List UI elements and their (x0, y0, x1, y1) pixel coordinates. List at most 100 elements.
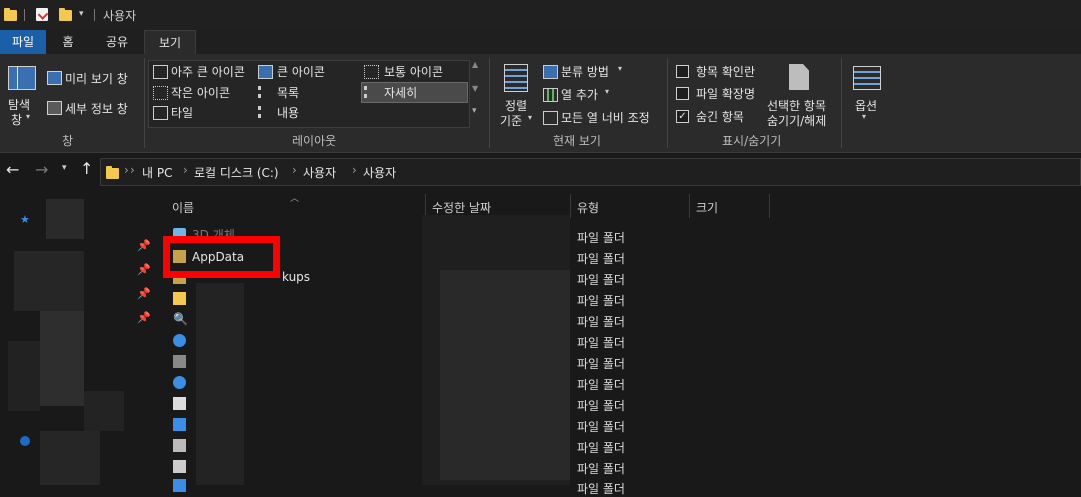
back-icon[interactable]: ← (6, 160, 19, 179)
contacts-icon (173, 460, 186, 473)
layout-tiles[interactable]: 타일 (171, 104, 193, 121)
forward-icon[interactable]: → (35, 160, 48, 179)
folder-icon (106, 166, 119, 179)
medium-icons-icon (364, 65, 379, 79)
column-header-size[interactable]: 크기 (696, 199, 718, 216)
pin-icon[interactable]: 📌 (137, 287, 151, 300)
folder-icon (173, 292, 186, 305)
breadcrumb-chevron-icon[interactable]: › (352, 163, 357, 177)
hide-selected-sub[interactable]: 숨기기/해제 (767, 112, 826, 129)
preview-pane-icon (47, 71, 62, 85)
chevron-down-icon: ▾ (618, 64, 623, 73)
file-type: 파일 폴더 (577, 482, 625, 496)
file-type: 파일 폴더 (577, 315, 625, 329)
layout-details[interactable]: 자세히 (384, 84, 417, 101)
column-divider[interactable] (769, 194, 770, 218)
breadcrumb-chevron-icon[interactable]: › (292, 163, 297, 177)
navigation-pane: ★ 📌 📌 📌 📌 (0, 191, 153, 485)
large-icons-icon (258, 65, 273, 79)
ribbon-tabs: 파일 홈 공유 보기 (0, 30, 1081, 54)
tiles-icon (153, 106, 168, 120)
breadcrumb-chevron-icon[interactable]: › (183, 163, 188, 177)
group-divider (841, 58, 842, 148)
sort-by-sub[interactable]: 기준 (500, 112, 522, 129)
size-all-columns-button[interactable]: 모든 열 너비 조정 (561, 109, 650, 126)
customize-toolbar-icon[interactable]: ▾ (79, 9, 84, 19)
downloads-icon (173, 334, 186, 347)
title-bar: ▾ 사용자 (0, 0, 1081, 30)
options-button[interactable]: 옵션 (855, 97, 877, 114)
breadcrumb-current[interactable]: 사용자 (363, 164, 396, 181)
quick-access-star-icon[interactable]: ★ (20, 213, 32, 226)
column-divider[interactable] (570, 194, 571, 218)
item-checkboxes-checkbox[interactable] (676, 65, 689, 78)
recent-locations-icon[interactable]: ▾ (62, 163, 67, 173)
extra-large-icons-icon (153, 65, 168, 79)
chevron-down-icon: ▾ (528, 113, 533, 122)
hidden-items-checkbox[interactable]: ✓ (676, 110, 689, 123)
layout-extra-large-icons[interactable]: 아주 큰 아이콘 (171, 63, 245, 80)
file-name[interactable]: kups (282, 270, 310, 284)
window-title: 사용자 (103, 9, 137, 23)
group-label-pane: 창 (62, 134, 74, 148)
preview-pane-button[interactable]: 미리 보기 창 (65, 70, 128, 87)
folder-icon (173, 355, 186, 368)
details-icon (364, 86, 380, 98)
videos-icon (173, 479, 186, 492)
file-type: 파일 폴더 (577, 420, 625, 434)
small-icons-icon (153, 86, 168, 100)
layout-list[interactable]: 목록 (277, 84, 299, 101)
pin-icon[interactable]: 📌 (137, 311, 151, 324)
column-header-modified[interactable]: 수정한 날짜 (432, 199, 491, 216)
group-by-button[interactable]: 분류 방법 (561, 63, 609, 80)
column-divider[interactable] (689, 194, 690, 218)
item-checkboxes-label[interactable]: 항목 확인란 (696, 63, 755, 80)
breadcrumb-chevron-icon[interactable]: › (124, 163, 129, 177)
layout-medium-icons[interactable]: 보통 아이콘 (384, 63, 443, 80)
gallery-down-icon[interactable]: ▼ (472, 84, 478, 93)
column-header-name[interactable]: 이름 (172, 199, 194, 216)
gallery-more-icon[interactable]: ▾ (472, 106, 477, 116)
breadcrumb-users[interactable]: 사용자 (303, 164, 336, 181)
group-label-current-view: 현재 보기 (553, 134, 601, 148)
redacted-region (440, 270, 570, 480)
add-columns-icon (543, 88, 558, 102)
file-type: 파일 폴더 (577, 336, 625, 350)
file-type: 파일 폴더 (577, 399, 625, 413)
details-pane-button[interactable]: 세부 정보 창 (65, 100, 128, 117)
file-extensions-checkbox[interactable] (676, 87, 689, 100)
file-type: 파일 폴더 (577, 273, 625, 287)
hidden-items-label[interactable]: 숨긴 항목 (696, 108, 744, 125)
tab-view[interactable]: 보기 (144, 30, 196, 54)
up-icon[interactable]: ↑ (80, 159, 93, 178)
details-pane-icon (47, 101, 62, 115)
tab-share[interactable]: 공유 (90, 30, 144, 54)
documents-icon (173, 397, 186, 410)
properties-icon[interactable] (36, 8, 49, 21)
music-icon (173, 376, 186, 389)
file-type: 파일 폴더 (577, 441, 625, 455)
layout-large-icons[interactable]: 큰 아이콘 (277, 63, 325, 80)
pin-icon[interactable]: 📌 (137, 239, 151, 252)
navigation-pane-sub[interactable]: 창 (11, 111, 22, 128)
pin-icon[interactable]: 📌 (137, 263, 151, 276)
navigation-pane-icon[interactable] (8, 66, 36, 90)
breadcrumb-this-pc[interactable]: 내 PC (142, 164, 172, 181)
breadcrumb-local-disk[interactable]: 로컬 디스크 (C:) (194, 164, 279, 181)
divider (24, 9, 25, 21)
column-header-type[interactable]: 유형 (577, 199, 599, 216)
divider (94, 9, 95, 21)
new-folder-icon[interactable] (59, 8, 72, 21)
file-type: 파일 폴더 (577, 462, 625, 476)
highlight-box (163, 236, 280, 278)
redacted-region (196, 283, 244, 485)
file-extensions-label[interactable]: 파일 확장명 (696, 85, 755, 102)
layout-content[interactable]: 내용 (277, 104, 299, 121)
gallery-up-icon[interactable]: ▲ (472, 60, 478, 69)
size-columns-icon (543, 111, 558, 125)
layout-small-icons[interactable]: 작은 아이콘 (171, 84, 230, 101)
file-type: 파일 폴더 (577, 231, 625, 245)
tab-home[interactable]: 홈 (46, 30, 90, 54)
add-columns-button[interactable]: 열 추가 (561, 86, 598, 103)
tab-file[interactable]: 파일 (0, 30, 46, 54)
